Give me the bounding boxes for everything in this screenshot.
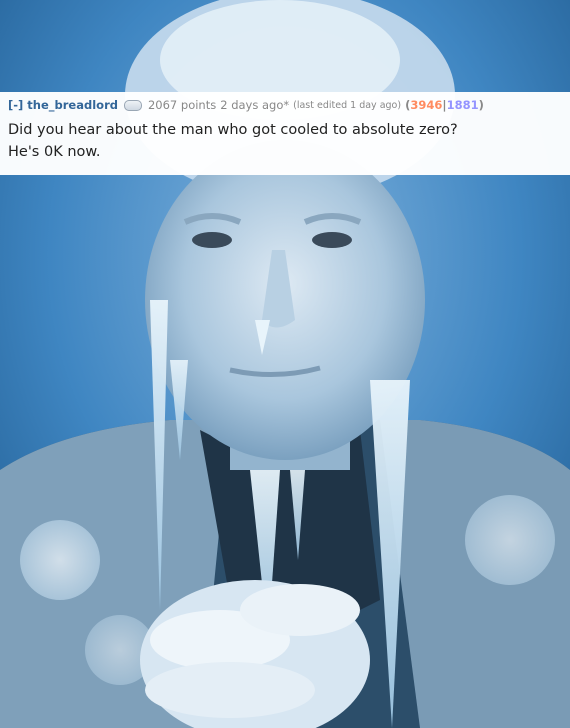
vote-close-paren: ) (478, 98, 484, 112)
meme-canvas: [-] the_breadlord 2067 points 2 days ago… (0, 0, 570, 728)
comment-edited-note: (last edited 1 day ago) (293, 100, 402, 111)
vote-breakdown: (3946|1881) (405, 98, 484, 113)
comment-timestamp: 2 days ago* (220, 98, 290, 112)
comment-author[interactable]: the_breadlord (27, 98, 118, 113)
downvote-count: 1881 (446, 98, 479, 112)
reddit-comment: [-] the_breadlord 2067 points 2 days ago… (0, 92, 570, 175)
comment-body-line-2: He's 0K now. (8, 144, 101, 160)
upvote-count: 3946 (410, 98, 443, 112)
comment-tagline: [-] the_breadlord 2067 points 2 days ago… (8, 98, 562, 113)
collapse-toggle[interactable]: [-] (8, 98, 23, 113)
comment-score: 2067 points (147, 98, 217, 112)
comment-body-line-1: Did you hear about the man who got coole… (8, 122, 458, 138)
flair-icon (123, 100, 142, 111)
